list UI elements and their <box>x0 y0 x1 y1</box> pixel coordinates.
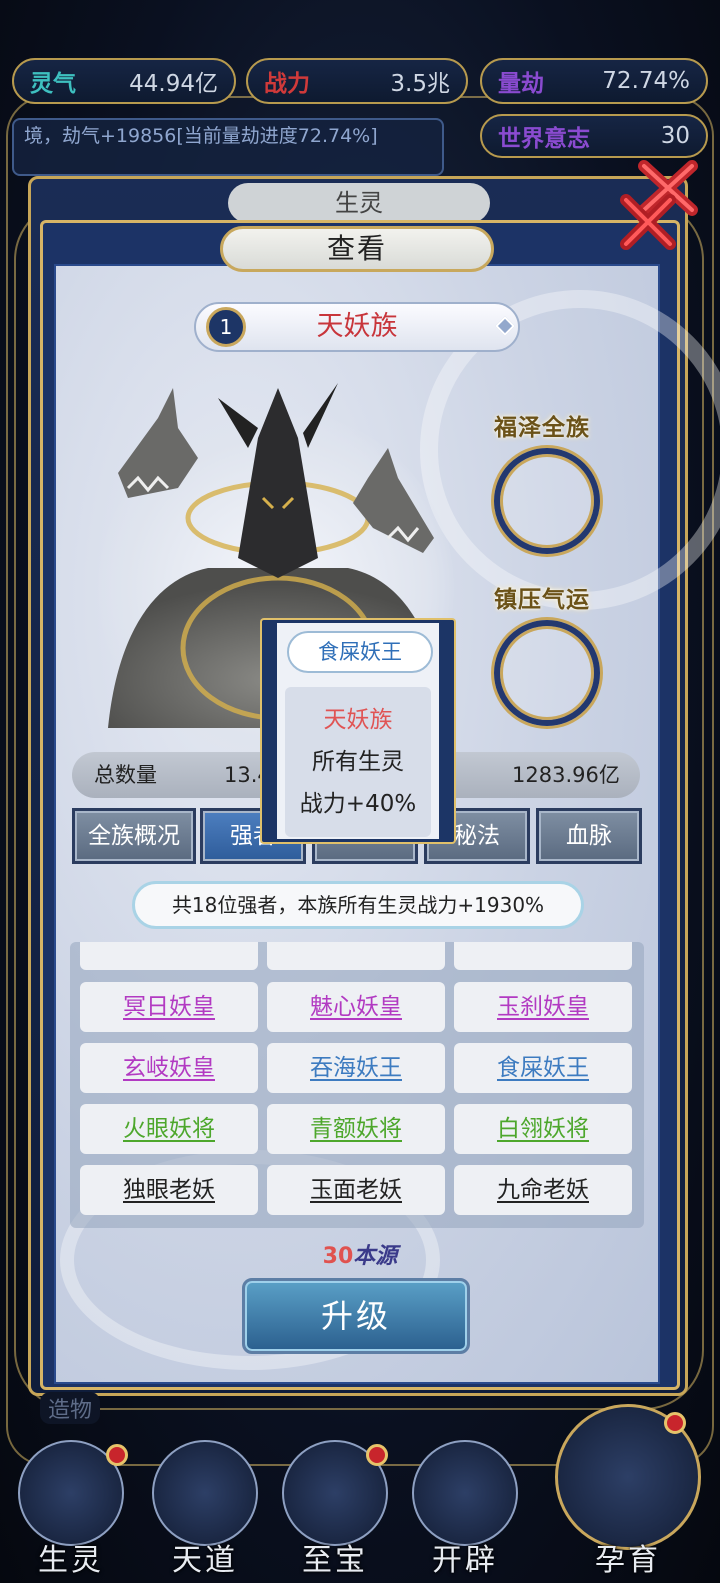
close-icon[interactable] <box>618 192 678 252</box>
stat-key: 量劫 <box>498 71 544 97</box>
nav-label: 开辟 <box>432 1543 498 1578</box>
strong-grid[interactable]: 冥日妖皇 魅心妖皇 玉刹妖皇 玄岐妖皇 吞海妖王 食屎妖王 火眼妖将 青额妖将 … <box>70 942 644 1228</box>
grid-cell[interactable]: 火眼妖将 <box>80 1104 258 1154</box>
slot-label-zhenya: 镇压气运 <box>494 587 590 613</box>
grid-cell[interactable]: 白翎妖将 <box>454 1104 632 1154</box>
tab-overview[interactable]: 全族概况 <box>72 808 196 864</box>
popup-title: 食屎妖王 <box>287 631 433 673</box>
grid-cell[interactable]: 玄岐妖皇 <box>80 1043 258 1093</box>
nav-kaipi[interactable]: 开辟 <box>406 1440 524 1583</box>
slot-fuze[interactable] <box>494 448 600 554</box>
nav-label: 至宝 <box>302 1543 368 1578</box>
grid-cell[interactable] <box>80 942 258 970</box>
stat-key: 世界意志 <box>498 126 590 152</box>
panel-title: 查看 <box>220 226 494 272</box>
upgrade-button[interactable]: 升级 <box>242 1278 470 1354</box>
strong-summary-banner: 共18位强者，本族所有生灵战力+1930% <box>132 881 584 929</box>
total-label: 总数量 <box>94 763 157 787</box>
grid-cell[interactable]: 独眼老妖 <box>80 1165 258 1215</box>
grid-cell[interactable]: 玉刹妖皇 <box>454 982 632 1032</box>
stat-value: 44.94亿 <box>129 71 218 97</box>
grid-cell[interactable]: 食屎妖王 <box>454 1043 632 1093</box>
notification-dot <box>664 1412 686 1434</box>
total-value-right: 1283.96亿 <box>512 763 620 787</box>
grid-cell[interactable]: 吞海妖王 <box>267 1043 445 1093</box>
stat-lingqi[interactable]: 灵气 44.94亿 <box>12 58 236 104</box>
back-panel-title: 生灵 <box>228 183 490 223</box>
creation-icon <box>412 1440 518 1546</box>
popup-side <box>265 623 277 839</box>
race-rank-badge: 1 <box>206 307 246 347</box>
popup-line1: 所有生灵 <box>312 749 404 775</box>
nav-label: 孕育 <box>595 1543 661 1578</box>
event-log: 境，劫气+19856[当前量劫进度72.74%] <box>12 118 444 176</box>
grid-cell[interactable]: 魅心妖皇 <box>267 982 445 1032</box>
slot-zhenya[interactable] <box>494 620 600 726</box>
slot-label-fuze: 福泽全族 <box>494 415 590 441</box>
stat-key: 灵气 <box>30 71 76 97</box>
grid-cell[interactable]: 冥日妖皇 <box>80 982 258 1032</box>
nav-label: 生灵 <box>38 1543 104 1578</box>
stat-zhanli[interactable]: 战力 3.5兆 <box>246 58 468 104</box>
upgrade-cost: 30本源 <box>300 1238 420 1270</box>
stat-liangjie[interactable]: 量劫 72.74% <box>480 58 708 104</box>
popup-race: 天妖族 <box>323 707 393 733</box>
stat-value: 72.74% <box>602 68 690 94</box>
creation-label[interactable]: 造物 <box>40 1392 101 1424</box>
cost-amount: 30 <box>322 1244 354 1269</box>
heaven-icon <box>152 1440 258 1546</box>
stat-world-will[interactable]: 世界意志 30 <box>480 114 708 158</box>
stat-key: 战力 <box>264 71 310 97</box>
notification-dot <box>366 1444 388 1466</box>
cost-unit: 本源 <box>353 1244 398 1269</box>
stat-value: 3.5兆 <box>390 71 450 97</box>
nav-yunyu[interactable]: 孕育 <box>548 1404 708 1583</box>
popup-side <box>439 623 451 839</box>
nav-label: 天道 <box>172 1543 238 1578</box>
grid-cell[interactable]: 九命老妖 <box>454 1165 632 1215</box>
nav-zhibao[interactable]: 至宝 <box>276 1440 394 1583</box>
grid-cell[interactable]: 玉面老妖 <box>267 1165 445 1215</box>
popup-body: 天妖族 所有生灵 战力+40% <box>285 687 431 837</box>
grid-cell[interactable]: 青额妖将 <box>267 1104 445 1154</box>
stat-value: 30 <box>660 123 690 149</box>
tab-bloodline[interactable]: 血脉 <box>536 808 642 864</box>
grid-cell[interactable] <box>267 942 445 970</box>
notification-dot <box>106 1444 128 1466</box>
nav-tiandao[interactable]: 天道 <box>146 1440 264 1583</box>
nav-shengling[interactable]: 生灵 <box>12 1440 130 1583</box>
popup-line2: 战力+40% <box>299 791 417 817</box>
grid-cell[interactable] <box>454 942 632 970</box>
tooltip-popup: 食屎妖王 天妖族 所有生灵 战力+40% <box>262 620 454 842</box>
